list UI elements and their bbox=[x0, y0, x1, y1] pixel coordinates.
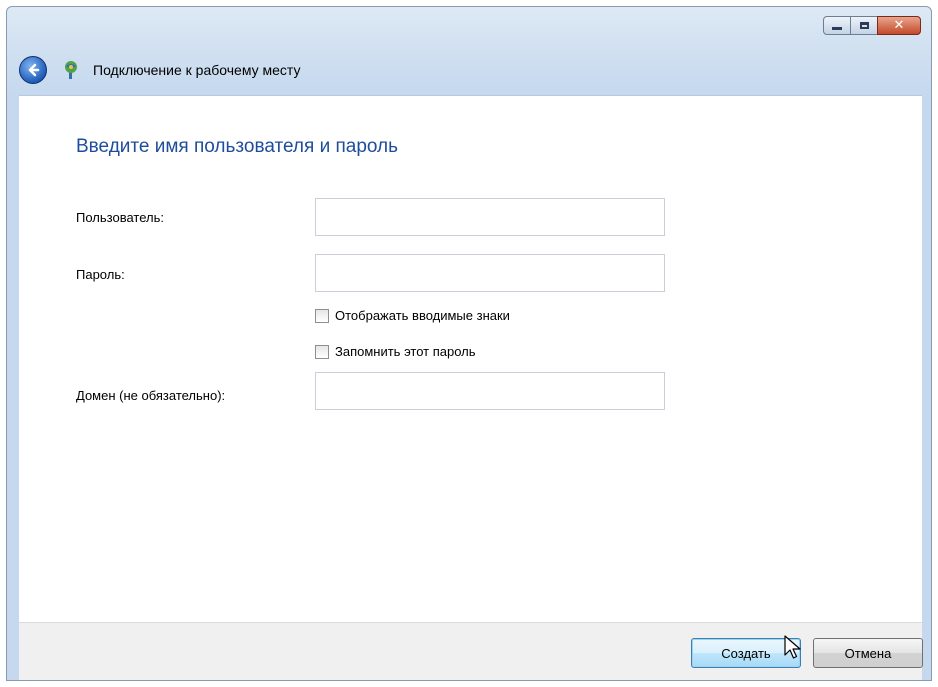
remember-password-label[interactable]: Запомнить этот пароль bbox=[335, 344, 476, 359]
title-bar[interactable]: ✕ bbox=[7, 7, 931, 45]
dialog-window: ✕ Подключение к рабочему месту Введите и… bbox=[6, 6, 932, 681]
username-input[interactable] bbox=[315, 198, 665, 236]
domain-label: Домен (не обязательно): bbox=[76, 388, 226, 403]
remember-password-checkbox[interactable] bbox=[315, 344, 329, 359]
window-title: Подключение к рабочему месту bbox=[93, 62, 301, 78]
content-area: Введите имя пользователя и пароль Пользо… bbox=[19, 95, 922, 623]
back-arrow-icon bbox=[28, 63, 40, 77]
back-button[interactable] bbox=[19, 56, 47, 84]
show-chars-label[interactable]: Отображать вводимые знаки bbox=[335, 308, 510, 323]
minimize-icon bbox=[832, 27, 842, 30]
close-icon: ✕ bbox=[893, 18, 905, 33]
page-heading: Введите имя пользователя и пароль bbox=[76, 136, 399, 157]
remember-password-row[interactable]: Запомнить этот пароль bbox=[315, 344, 476, 359]
maximize-button[interactable] bbox=[850, 16, 878, 35]
maximize-icon bbox=[859, 22, 869, 29]
cancel-button[interactable]: Отмена bbox=[813, 638, 923, 668]
minimize-button[interactable] bbox=[823, 16, 851, 35]
password-label: Пароль: bbox=[76, 267, 125, 282]
caption-buttons: ✕ bbox=[823, 16, 921, 35]
password-input[interactable] bbox=[315, 254, 665, 292]
close-button[interactable]: ✕ bbox=[877, 16, 921, 35]
show-chars-checkbox[interactable] bbox=[315, 308, 329, 323]
domain-input[interactable] bbox=[315, 372, 665, 410]
show-chars-row[interactable]: Отображать вводимые знаки bbox=[315, 308, 510, 323]
navigation-bar: Подключение к рабочему месту bbox=[7, 45, 931, 95]
username-label: Пользователь: bbox=[76, 210, 164, 225]
mouse-cursor-icon bbox=[784, 635, 801, 659]
network-workplace-icon bbox=[65, 61, 77, 79]
